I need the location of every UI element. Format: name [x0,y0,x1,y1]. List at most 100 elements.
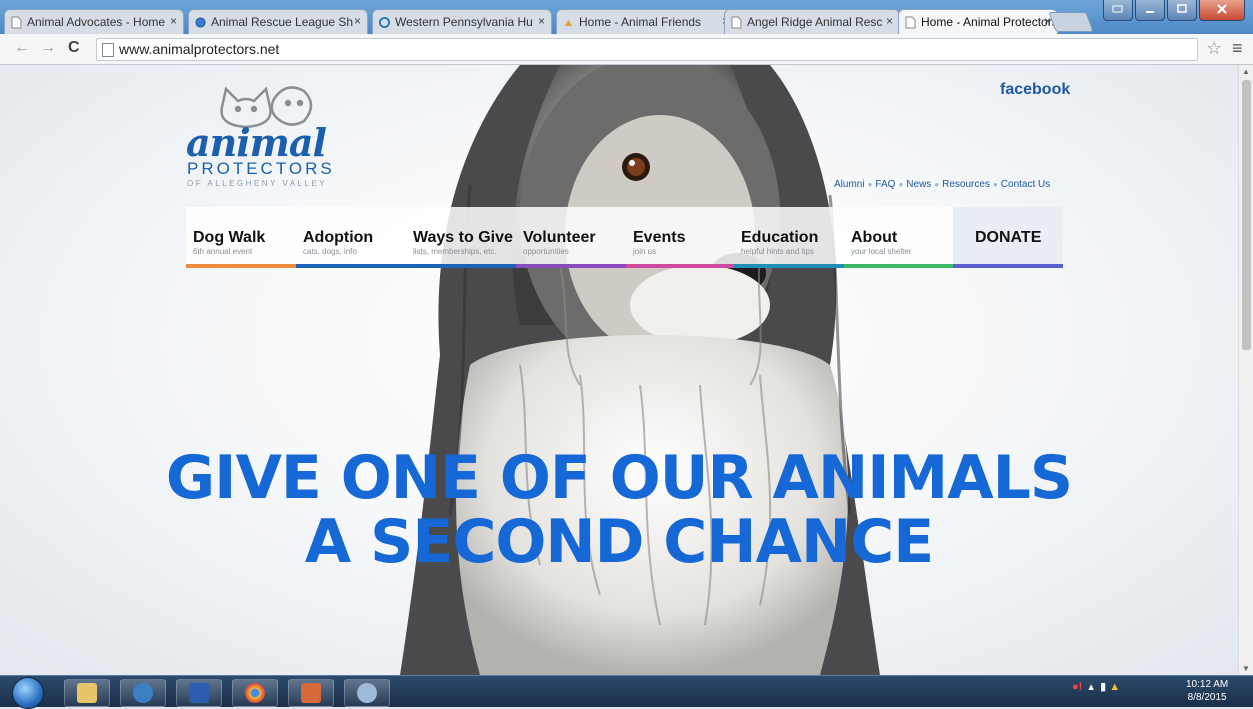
nav-color-bar [406,264,516,268]
resources-link[interactable]: Resources [942,179,990,190]
bullet-separator: ● [867,180,873,189]
page-icon [905,16,916,29]
clock[interactable]: 10:12 AM 8/8/2015 [1186,678,1228,704]
main-navigation: Dog Walk 6th annual event Adoption cats,… [186,207,1063,268]
browser-toolbar: ← → C www.animalprotectors.net [0,34,1253,65]
browser-tab[interactable]: Home - Animal Friends × [556,9,736,34]
top-links: Alumni ● FAQ ● News ● Resources ● Contact Us [834,179,1050,190]
nav-label: Ways to Give [413,229,513,246]
facebook-link[interactable]: facebook [1000,81,1070,99]
maximize-window-icon[interactable] [1167,0,1197,21]
nav-color-bar [186,264,296,268]
nav-sublabel: cats, dogs, info [303,247,357,256]
nav-item-education[interactable]: Education helpful hints and tips [734,207,844,268]
system-tray-icons[interactable]: ●! ▴ ▮ ▲ [1072,680,1120,693]
windows-taskbar: ●! ▴ ▮ ▲ 10:12 AM 8/8/2015 [0,675,1253,709]
address-bar[interactable]: www.animalprotectors.net [96,38,1198,61]
start-button-icon[interactable] [12,677,44,709]
nav-color-bar [626,264,734,268]
word-icon[interactable] [176,679,222,707]
nav-color-bar [296,264,406,268]
forward-arrow-icon[interactable]: → [40,39,56,57]
browser-tab[interactable]: Western Pennsylvania Hu × [372,9,552,34]
nav-label: Dog Walk [193,229,266,246]
nav-item-dog-walk[interactable]: Dog Walk 6th annual event [186,207,296,268]
tab-title: Home - Animal Friends [579,15,702,29]
nav-label: Events [633,229,686,246]
tab-title: Angel Ridge Animal Resc [747,15,883,29]
paint-icon[interactable] [344,679,390,707]
faq-link[interactable]: FAQ [875,179,895,190]
browser-tab[interactable]: Animal Advocates - Home × [4,9,184,34]
close-icon[interactable]: × [170,14,177,28]
nav-sublabel: 6th annual event [193,247,253,256]
tab-title: Animal Advocates - Home [27,15,166,29]
close-window-icon[interactable] [1199,0,1245,21]
power-icon[interactable]: ▮ [1100,681,1106,693]
nav-label: Volunteer [523,229,596,246]
nav-label: About [851,229,898,246]
new-tab-button[interactable] [1048,12,1094,32]
page-icon [102,43,114,57]
close-icon[interactable]: × [886,14,893,28]
scrollbar-thumb[interactable] [1242,80,1251,350]
close-icon[interactable]: × [354,14,361,28]
contact-us-link[interactable]: Contact Us [1001,179,1050,190]
nav-sublabel: helpful hints and tips [741,247,814,256]
donate-label: DONATE [975,229,1042,246]
nav-sublabel: your local shelter [851,247,912,256]
menu-icon[interactable]: ≡ [1232,38,1243,59]
page-viewport: animal PROTECTORS OF ALLEGHENY VALLEY fa… [0,65,1238,675]
nav-color-bar [953,264,1063,268]
bookmark-star-icon[interactable]: ☆ [1206,38,1222,59]
tray-expand-icon[interactable]: ▴ [1085,681,1097,693]
nav-label: Education [741,229,819,246]
alumni-link[interactable]: Alumni [834,179,865,190]
clock-time: 10:12 AM [1186,679,1229,690]
bullet-separator: ● [992,180,998,189]
paw-icon [564,19,573,27]
nav-item-ways-to-give[interactable]: Ways to Give lists, memberships, etc. [406,207,516,268]
clock-date: 8/8/2015 [1187,692,1227,703]
headline-line-2: A SECOND CHANCE [304,507,934,577]
minimize-window-icon[interactable] [1135,0,1165,21]
reload-icon[interactable]: C [68,39,80,57]
hp-icon[interactable] [120,679,166,707]
file-explorer-icon[interactable] [64,679,110,707]
restore-window-icon[interactable] [1103,0,1133,21]
chrome-icon[interactable] [232,679,278,707]
scroll-up-arrow-icon[interactable]: ▲ [1242,67,1250,76]
page-icon [731,16,742,29]
nav-sublabel: lists, memberships, etc. [413,247,497,256]
page-icon [11,16,22,29]
news-link[interactable]: News [906,179,931,190]
alert-icon[interactable]: ●! [1072,681,1082,693]
back-arrow-icon[interactable]: ← [14,39,30,57]
vertical-scrollbar[interactable]: ▲ ▼ [1238,65,1253,675]
nav-item-volunteer[interactable]: Volunteer opportunities [516,207,626,268]
browser-tab[interactable]: Animal Rescue League Sh × [188,9,368,34]
browser-tab[interactable]: Angel Ridge Animal Resc × [724,9,900,34]
globe-icon [195,17,206,28]
donate-button[interactable]: DONATE [953,207,1063,268]
nav-label: Adoption [303,229,374,246]
browser-tab-strip: Animal Advocates - Home × Animal Rescue … [0,0,1253,34]
nav-color-bar [844,264,953,268]
nav-item-adoption[interactable]: Adoption cats, dogs, info [296,207,406,268]
bullet-separator: ● [934,180,940,189]
nav-sublabel: join us [633,247,657,256]
close-icon[interactable]: × [538,14,545,28]
browser-tab-active[interactable]: Home - Animal Protectors × [898,9,1058,34]
tab-title: Home - Animal Protectors [921,15,1058,29]
nav-color-bar [516,264,626,268]
tab-title: Western Pennsylvania Hu [395,15,533,29]
scroll-down-arrow-icon[interactable]: ▼ [1242,664,1250,673]
drive-icon[interactable]: ▲ [1109,681,1120,693]
logo-wordmark[interactable]: PROTECTORS [187,159,335,179]
nav-sublabel: opportunities [523,247,569,256]
stack-app-icon[interactable] [288,679,334,707]
nav-item-events[interactable]: Events join us [626,207,734,268]
nav-item-about[interactable]: About your local shelter [844,207,953,268]
url-text[interactable]: www.animalprotectors.net [119,41,279,57]
nav-color-bar [734,264,844,268]
